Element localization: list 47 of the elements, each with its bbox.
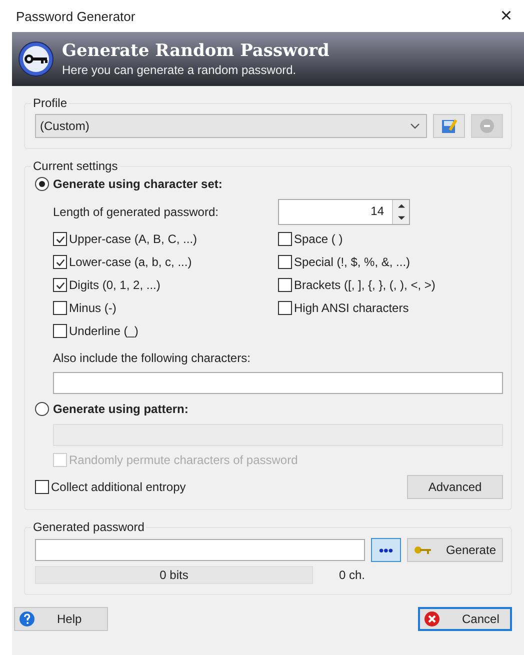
help-button[interactable]: Help — [14, 607, 108, 631]
checkbox[interactable]: Space ( ) — [278, 232, 436, 246]
group-label: Profile — [32, 96, 68, 110]
checkbox[interactable]: Brackets ([, ], {, }, (, ), <, >) — [278, 278, 436, 292]
checkbox[interactable]: Special (!, $, %, &, ...) — [278, 255, 436, 269]
banner-subtitle: Here you can generate a random password. — [62, 63, 298, 77]
include-characters-field[interactable] — [53, 372, 503, 394]
checkbox[interactable]: Upper-case (A, B, C, ...) — [53, 232, 278, 246]
chevron-icon — [410, 123, 420, 129]
cancel-button[interactable]: Cancel — [418, 607, 512, 631]
show-password-button[interactable]: ••• — [371, 538, 401, 562]
window-title: Password Generator — [16, 8, 136, 24]
profile-dropdown[interactable]: (Custom) — [35, 114, 427, 138]
down-arrow-icon[interactable] — [398, 216, 404, 220]
length-label: Length of generated password: — [53, 205, 220, 219]
up-arrow-icon[interactable] — [398, 204, 404, 208]
cancel-icon — [424, 611, 440, 627]
delete-icon — [479, 118, 495, 134]
close-button[interactable]: × — [496, 4, 516, 28]
checkmark-icon — [54, 256, 66, 268]
checkbox[interactable]: Minus (-) — [53, 301, 278, 315]
group-label: Current settings — [32, 159, 119, 173]
advanced-button[interactable]: Advanced — [407, 475, 503, 499]
include-label: Also include the following characters: — [53, 351, 252, 365]
checkbox[interactable]: High ANSI characters — [278, 301, 436, 315]
banner-title: Generate Random Password — [62, 41, 330, 61]
checkbox[interactable]: Lower-case (a, b, c, ...) — [53, 255, 278, 269]
checkbox[interactable]: Collect additional entropy — [35, 480, 186, 494]
quality-bar: 0 bits — [35, 566, 313, 584]
key-icon — [18, 41, 54, 77]
radio-label: Generate using character set: — [53, 177, 222, 191]
checkbox[interactable]: Underline (_) — [53, 324, 278, 338]
checkmark-icon — [54, 234, 66, 244]
radio-button[interactable] — [35, 177, 49, 191]
checkmark-icon — [54, 280, 66, 290]
character-count: 0 ch. — [339, 568, 366, 582]
save-profile-button[interactable] — [433, 114, 465, 138]
length-spinbox[interactable]: 14 — [278, 199, 410, 225]
generate-button[interactable]: Generate — [407, 538, 503, 562]
help-icon — [19, 611, 35, 627]
password-field[interactable] — [35, 539, 365, 561]
key-icon — [414, 545, 432, 555]
radio-label: Generate using pattern: — [53, 402, 188, 416]
edit-icon — [441, 118, 457, 134]
group-label: Generated password — [32, 520, 146, 534]
radio-button[interactable] — [35, 402, 49, 416]
checkbox[interactable]: Digits (0, 1, 2, ...) — [53, 278, 278, 292]
